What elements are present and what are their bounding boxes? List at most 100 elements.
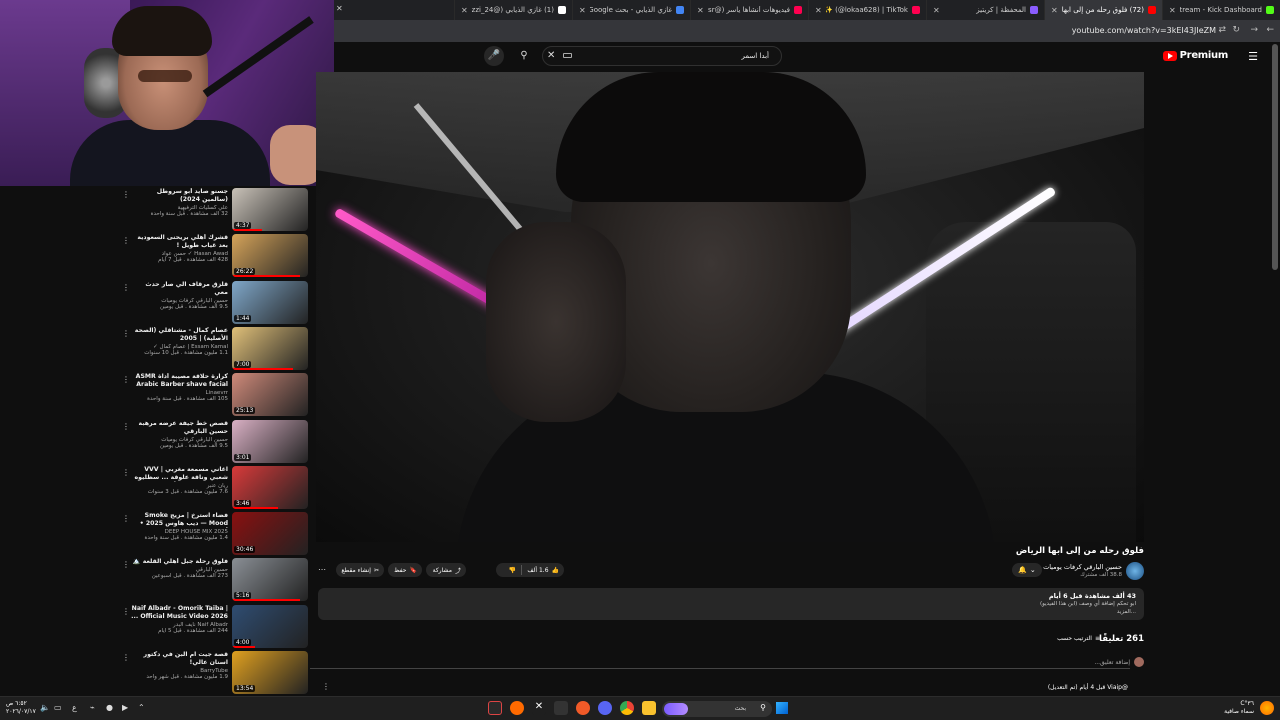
- save-button[interactable]: 🔖 حفظ: [388, 563, 422, 577]
- tab-close-icon[interactable]: ✕: [815, 6, 822, 15]
- recommendation-title[interactable]: قلزق مرقاف الي صار حدث معي: [130, 281, 228, 297]
- comment-input[interactable]: إضافة تعليق...: [310, 659, 1130, 669]
- comment-author[interactable]: @Viaip قبل 4 أيام (تم التعديل): [1048, 684, 1128, 691]
- clear-icon[interactable]: ✕: [547, 50, 555, 61]
- recommendation-item[interactable]: 26:22 قشرك أهلي بريحنى السعودية بعد غياب …: [122, 234, 314, 280]
- tab-close-icon[interactable]: ✕: [461, 6, 468, 15]
- terminal-app-icon[interactable]: [554, 701, 568, 715]
- share-button[interactable]: ⤴ مشاركة: [426, 563, 466, 577]
- recommendation-title[interactable]: قصة جيت ام البن في دكتور اسنان عالي!: [130, 651, 228, 667]
- clip-button[interactable]: ✂ إنشاء مقطع: [336, 563, 384, 577]
- recommendation-title[interactable]: كرارة حلاقة مصيبة أداة ASMR Arabic Barbe…: [130, 373, 228, 389]
- tune-icon[interactable]: ⇄: [1218, 25, 1226, 35]
- chrome-app-icon[interactable]: [620, 701, 634, 715]
- mic-button[interactable]: 🎤: [484, 46, 504, 66]
- tab-close-icon[interactable]: ✕: [697, 6, 704, 15]
- video-thumbnail[interactable]: 3:46: [232, 465, 308, 509]
- recommendation-title[interactable]: فلوق رحلة جبل أهلي القلعة 🏔️: [130, 558, 228, 566]
- back-icon[interactable]: ←: [1266, 25, 1274, 35]
- reload-icon[interactable]: ↻: [1232, 25, 1240, 35]
- brave-app-icon[interactable]: [576, 701, 590, 715]
- dislike-icon[interactable]: 👎: [509, 567, 516, 574]
- more-vert-icon[interactable]: ⋮: [322, 682, 330, 691]
- youtube-logo[interactable]: Premium: [1162, 50, 1228, 61]
- video-thumbnail[interactable]: 26:22: [232, 234, 308, 278]
- more-vert-icon[interactable]: ⋮: [122, 607, 130, 616]
- address-bar[interactable]: ← → ↻ ⇄ youtube.com/watch?v=3kEI43JIeZM: [334, 20, 1280, 42]
- browser-tab[interactable]: غازي الذيابي - بحث Google ✕: [572, 0, 690, 20]
- recommendation-title[interactable]: قشرك أهلي بريحنى السعودية بعد غياب طويل …: [130, 234, 228, 250]
- recommendation-item[interactable]: 3:01 قصص خط جيفة عرضه مرهبة حسين البارقي ح…: [122, 419, 314, 466]
- obs-app-icon[interactable]: [488, 701, 502, 715]
- discord-tray-icon[interactable]: ●: [106, 703, 113, 712]
- search-input[interactable]: أبدا اسمر ✕: [542, 46, 782, 66]
- channel-avatar[interactable]: [1126, 562, 1144, 580]
- more-vert-icon[interactable]: ⋮: [122, 468, 130, 477]
- description-more[interactable]: ...المزيد: [1117, 609, 1136, 615]
- video-thumbnail[interactable]: 4:37: [232, 188, 308, 231]
- discord-app-icon[interactable]: [598, 701, 612, 715]
- recommendation-title[interactable]: جسنو صايد أبو سروطل (سالمين 2024): [130, 188, 228, 204]
- recommendation-item[interactable]: 5:16 فلوق رحلة جبل أهلي القلعة 🏔️ حسين الب…: [122, 558, 314, 604]
- tab-close-icon[interactable]: ✕: [579, 6, 586, 15]
- video-thumbnail[interactable]: 4:00: [232, 604, 308, 648]
- windows-start-button[interactable]: [776, 702, 788, 714]
- network-icon[interactable]: ▭: [54, 703, 62, 712]
- description-box[interactable]: 43 ألف مشاهدة قبل 6 أيام ابو تحكم إضافة …: [318, 588, 1144, 620]
- video-thumbnail[interactable]: 1:44: [232, 280, 308, 324]
- more-vert-icon[interactable]: ⋮: [122, 236, 130, 245]
- recommendation-title[interactable]: عصام كمال - مشتاقلي (الصحة الأصلية) | 20…: [130, 327, 228, 343]
- more-vert-icon[interactable]: ⋮: [122, 283, 130, 292]
- more-vert-icon[interactable]: ⋮: [122, 560, 130, 569]
- scrollbar[interactable]: [1272, 44, 1278, 270]
- close-icon[interactable]: ✕: [336, 4, 343, 13]
- recommendation-item[interactable]: 30:46 فضاء استرخ | مزيج Smoke Mood — ديب …: [122, 512, 314, 558]
- url-text[interactable]: youtube.com/watch?v=3kEI43JIeZM: [1072, 26, 1216, 35]
- browser-tab[interactable]: Stream - Kick Dashboard ✕: [1162, 0, 1280, 20]
- channel-name[interactable]: حسين البارقي كرفات يوميات: [1043, 563, 1122, 571]
- more-vert-icon[interactable]: ⋮: [122, 514, 130, 523]
- recommendation-item[interactable]: 4:37 جسنو صايد أبو سروطل (سالمين 2024) علي…: [122, 188, 314, 234]
- keyboard-icon[interactable]: [563, 53, 572, 58]
- video-thumbnail[interactable]: 3:01: [232, 419, 308, 463]
- volume-icon[interactable]: 🔈: [40, 703, 50, 712]
- sort-comments-button[interactable]: ≡ الترتيب حسب: [1057, 635, 1100, 642]
- more-vert-icon[interactable]: ⋮: [122, 329, 130, 338]
- browser-tab[interactable]: Gmail ✨ (@lokaa628) | TikTok ✕: [808, 0, 926, 20]
- subscribe-button[interactable]: 🔔 ⌄: [1012, 563, 1042, 577]
- bluetooth-icon[interactable]: ⌁: [90, 703, 95, 712]
- forward-icon[interactable]: →: [1250, 25, 1258, 35]
- recommendation-item[interactable]: 1:44 قلزق مرقاف الي صار حدث معي حسين البار…: [122, 280, 314, 327]
- video-thumbnail[interactable]: 5:16: [232, 558, 308, 602]
- x-app-icon[interactable]: ✕: [532, 701, 546, 715]
- like-icon[interactable]: 👍: [552, 567, 559, 574]
- browser-tab[interactable]: المحفظة | كريتيز ✕: [926, 0, 1044, 20]
- taskbar-clock[interactable]: ٦:٥٢ ص ٢٠٢٦/٠٧/١٧: [6, 700, 36, 716]
- video-thumbnail[interactable]: 25:13: [232, 373, 308, 417]
- more-vert-icon[interactable]: ⋮: [122, 422, 130, 431]
- browser-tab[interactable]: (1) غازي الذيابي (@gazzi_24) / X✕: [454, 0, 572, 20]
- tab-close-icon[interactable]: ✕: [933, 6, 940, 15]
- file-explorer-icon[interactable]: [642, 701, 656, 715]
- video-thumbnail[interactable]: 7:00: [232, 326, 308, 370]
- more-vert-icon[interactable]: ⋮: [122, 190, 130, 199]
- recommendation-title[interactable]: Naif Albadr - Omorik Taiba | ... Officia…: [130, 605, 228, 621]
- recommendation-title[interactable]: قصص خط جيفة عرضه مرهبة حسين البارقي: [130, 420, 228, 436]
- taskbar-search[interactable]: بحث ⚲: [662, 701, 772, 717]
- recommendation-item[interactable]: 4:00 Naif Albadr - Omorik Taiba | ... Off…: [122, 604, 314, 651]
- more-actions-icon[interactable]: ⋯: [318, 565, 326, 574]
- more-vert-icon[interactable]: ⋮: [122, 375, 130, 384]
- recommendation-title[interactable]: فضاء استرخ | مزيج Smoke Mood — ديب هاوس …: [130, 512, 228, 528]
- recommendation-item[interactable]: 13:54 قصة جيت ام البن في دكتور اسنان عالي…: [122, 651, 314, 696]
- video-thumbnail[interactable]: 30:46: [232, 512, 308, 556]
- browser-tab[interactable]: (72) فلوق رحله من إلى ابها ا ✕: [1044, 0, 1162, 20]
- recommendation-item[interactable]: 25:13 كرارة حلاقة مصيبة أداة ASMR Arabic …: [122, 373, 314, 419]
- menu-icon[interactable]: ☰: [1248, 50, 1258, 63]
- search-button[interactable]: ⚲: [514, 46, 534, 66]
- firefox-app-icon[interactable]: [510, 701, 524, 715]
- like-count[interactable]: 1.6 ألف: [527, 567, 548, 574]
- recommendation-item[interactable]: 3:46 اغاني مسمعة مغربي | VVV شعبي وناقة ع…: [122, 465, 314, 512]
- weather-widget[interactable]: ٣٦°C سماء صافية: [1224, 700, 1254, 716]
- youtube-tray-icon[interactable]: ▶: [122, 703, 128, 712]
- browser-tab[interactable]: فيديوهات أنشأها ياسر (@4ysr) ✕: [690, 0, 808, 20]
